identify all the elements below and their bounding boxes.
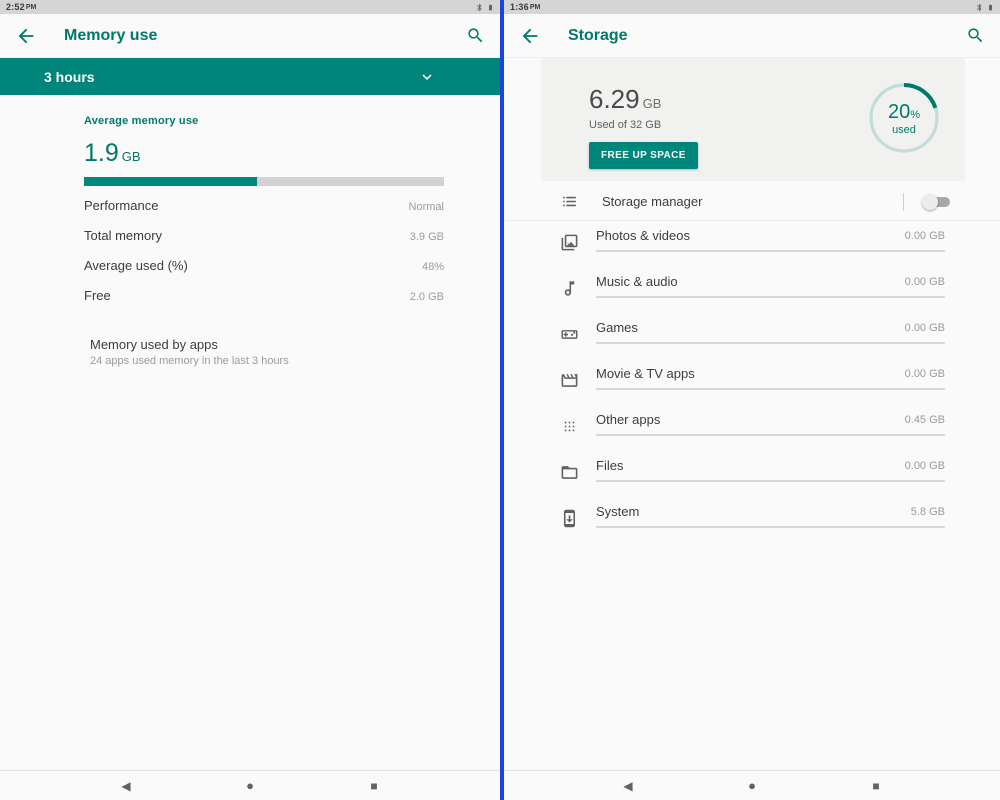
storage-categories-list: Photos & videos 0.00 GB Music & audio 0.… xyxy=(504,221,1000,543)
movies-icon xyxy=(558,369,580,391)
stat-row-total-memory: Total memory 3.9 GB xyxy=(84,228,444,243)
category-row-music[interactable]: Music & audio 0.00 GB xyxy=(504,267,1000,313)
search-icon[interactable] xyxy=(966,26,985,45)
nav-recents-icon[interactable]: ■ xyxy=(866,780,886,792)
status-bar: 1:36 PM xyxy=(504,0,1000,14)
music-icon xyxy=(558,277,580,299)
back-arrow-icon[interactable] xyxy=(519,25,541,47)
stat-row-average-used: Average used (%) 48% xyxy=(84,258,444,273)
divider xyxy=(903,192,904,211)
bluetooth-icon xyxy=(476,3,482,11)
system-icon xyxy=(558,507,580,529)
status-meridiem: PM xyxy=(529,3,541,11)
category-row-movies[interactable]: Movie & TV apps 0.00 GB xyxy=(504,359,1000,405)
storage-manager-item[interactable]: Storage manager xyxy=(504,183,1000,221)
memory-use-screen: 2:52 PM Memory use 3 hours Average memor… xyxy=(0,0,500,800)
status-time: 1:36 xyxy=(510,2,529,12)
category-row-other-apps[interactable]: Other apps 0.45 GB xyxy=(504,405,1000,451)
battery-icon xyxy=(489,4,492,10)
navigation-bar: ◀ ● ■ xyxy=(0,770,500,800)
free-up-space-button[interactable]: FREE UP SPACE xyxy=(589,142,698,169)
category-row-system[interactable]: System 5.8 GB xyxy=(504,497,1000,543)
nav-home-icon[interactable]: ● xyxy=(742,779,762,792)
category-row-games[interactable]: Games 0.00 GB xyxy=(504,313,1000,359)
storage-manager-icon xyxy=(558,191,580,213)
search-icon[interactable] xyxy=(466,26,485,45)
category-row-files[interactable]: Files 0.00 GB xyxy=(504,451,1000,497)
storage-screen: 1:36 PM Storage 6.29 GB Used of 32 GB FRE… xyxy=(500,0,1000,800)
memory-used-by-apps-subtitle: 24 apps used memory in the last 3 hours xyxy=(90,355,289,367)
status-meridiem: PM xyxy=(25,3,37,11)
page-title: Storage xyxy=(568,26,628,44)
memory-summary: Average memory use 1.9 GB xyxy=(0,95,500,186)
games-icon xyxy=(558,323,580,345)
stat-row-free: Free 2.0 GB xyxy=(84,288,444,303)
app-bar: Storage xyxy=(504,14,1000,58)
memory-stats-list: Performance Normal Total memory 3.9 GB A… xyxy=(0,186,500,309)
status-bar: 2:52 PM xyxy=(0,0,500,14)
back-arrow-icon[interactable] xyxy=(15,25,37,47)
memory-usage-progressbar xyxy=(84,177,444,186)
time-period-dropdown[interactable]: 3 hours xyxy=(0,58,500,95)
storage-manager-toggle[interactable] xyxy=(922,193,952,211)
storage-usage-gauge: 20% used xyxy=(866,80,942,156)
other-apps-icon xyxy=(558,415,580,437)
time-period-label: 3 hours xyxy=(44,68,95,85)
memory-summary-caption: Average memory use xyxy=(84,115,199,127)
nav-back-icon[interactable]: ◀ xyxy=(116,780,136,792)
bluetooth-icon xyxy=(976,3,982,11)
category-row-photos[interactable]: Photos & videos 0.00 GB xyxy=(504,221,1000,267)
files-icon xyxy=(558,461,580,483)
battery-icon xyxy=(989,4,992,10)
storage-summary-card: 6.29 GB Used of 32 GB FREE UP SPACE 20% u… xyxy=(541,58,965,181)
navigation-bar: ◀ ● ■ xyxy=(504,770,1000,800)
gauge-label: 20% used xyxy=(887,100,921,136)
page-title: Memory use xyxy=(64,26,158,44)
memory-summary-value: 1.9 GB xyxy=(84,139,141,167)
storage-manager-label: Storage manager xyxy=(602,194,703,209)
memory-usage-progress-fill xyxy=(84,177,257,186)
photos-icon xyxy=(558,231,580,253)
stat-row-performance: Performance Normal xyxy=(84,198,444,213)
nav-home-icon[interactable]: ● xyxy=(240,779,260,792)
nav-back-icon[interactable]: ◀ xyxy=(618,780,638,792)
memory-used-by-apps-item[interactable]: Memory used by apps 24 apps used memory … xyxy=(90,337,444,367)
memory-used-by-apps-title: Memory used by apps xyxy=(90,337,218,352)
chevron-down-icon xyxy=(422,73,432,80)
nav-recents-icon[interactable]: ■ xyxy=(364,780,384,792)
app-bar: Memory use xyxy=(0,14,500,58)
status-time: 2:52 xyxy=(6,2,25,12)
